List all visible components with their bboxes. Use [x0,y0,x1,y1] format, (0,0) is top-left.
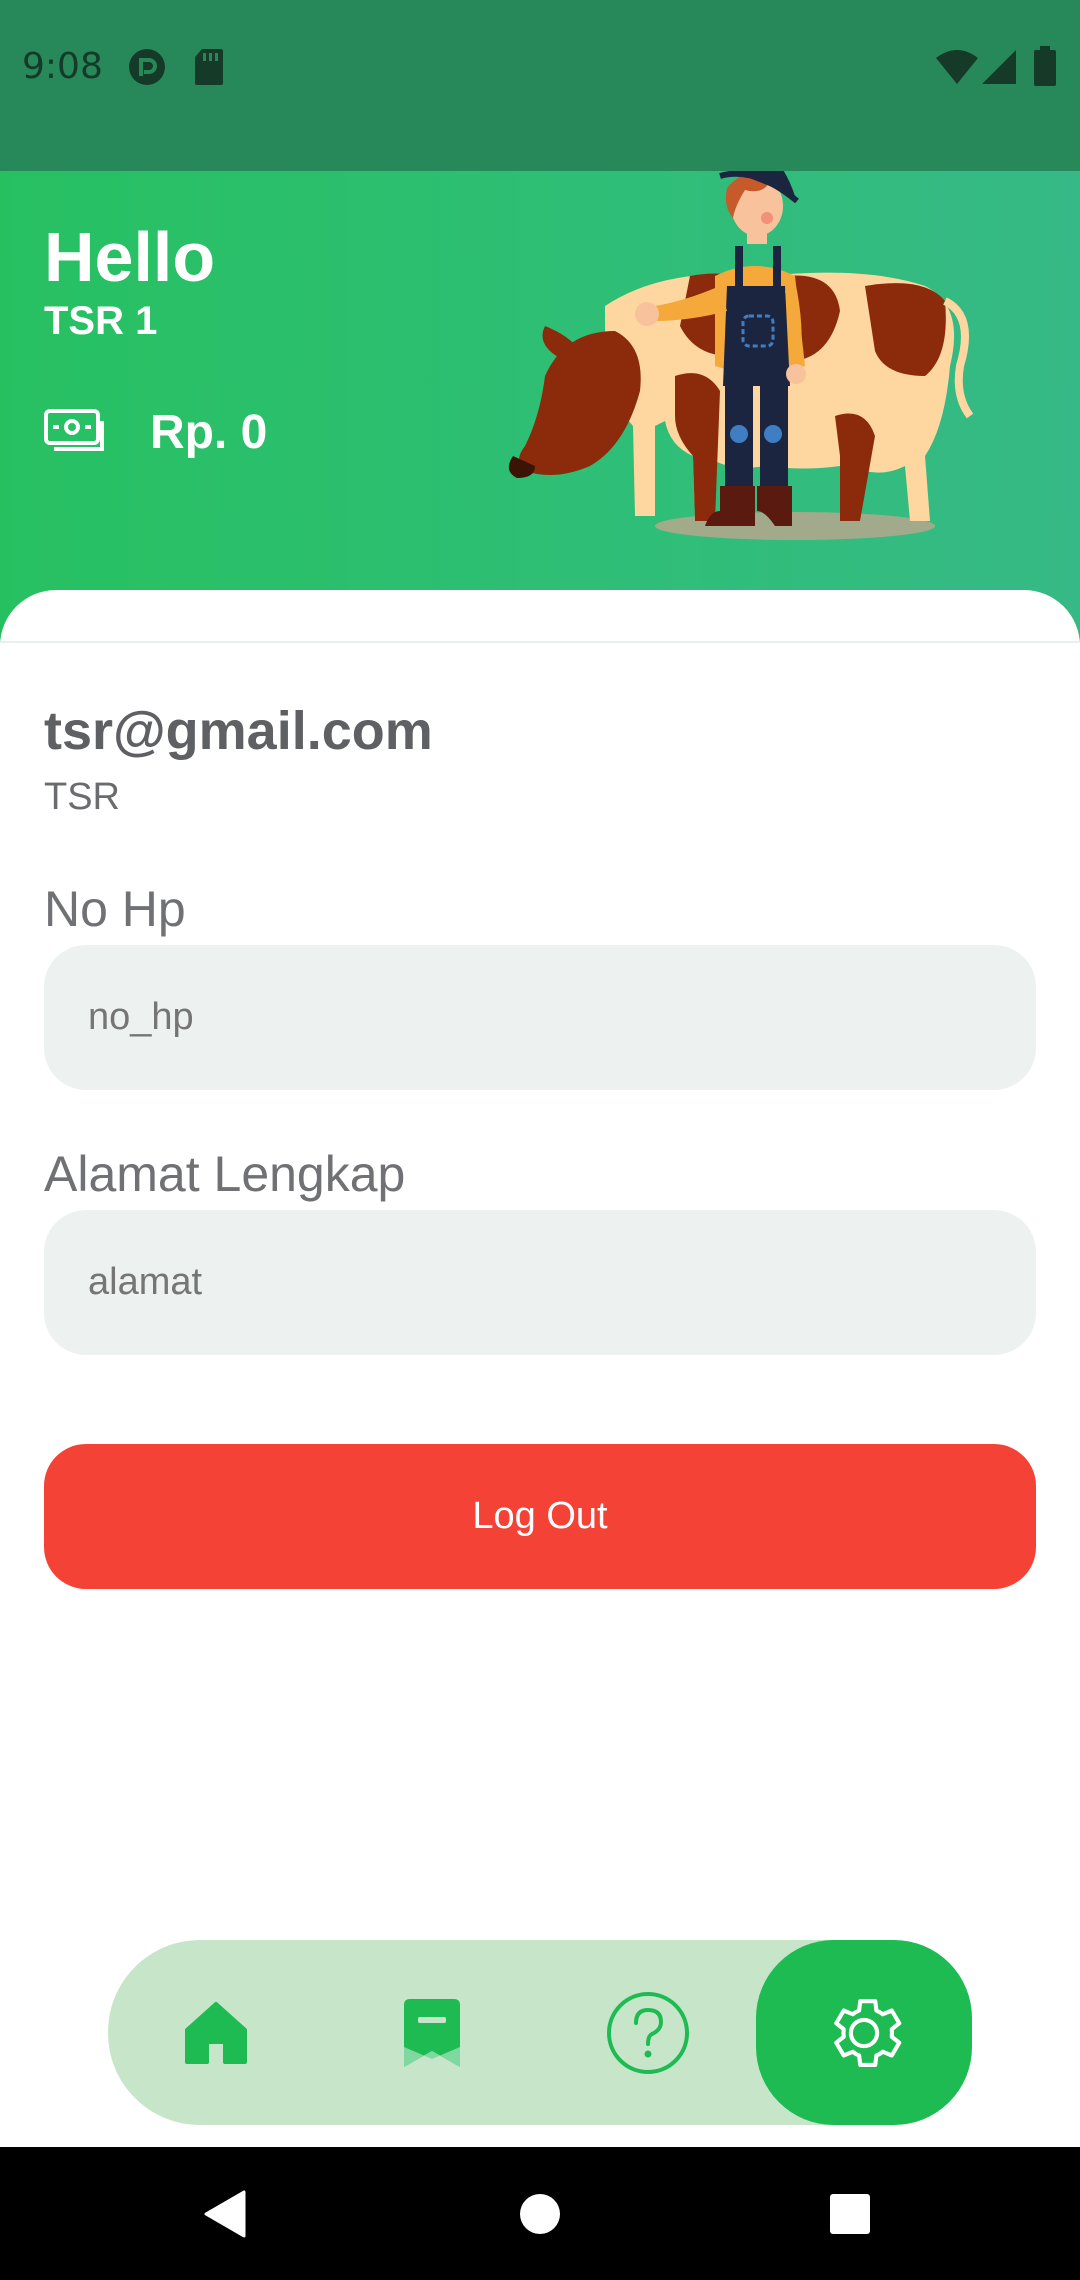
system-nav-bar [0,2147,1080,2280]
back-button[interactable] [166,2147,286,2280]
user-name: TSR 1 [44,299,158,343]
home-system-button[interactable] [480,2147,600,2280]
wifi-icon [936,50,978,89]
farmer-with-cow-illustration [508,171,974,540]
nav-home-button[interactable] [108,1940,324,2125]
balance-amount: Rp. 0 [150,406,268,459]
nav-help-button[interactable] [540,1940,756,2125]
user-role: TSR [44,776,120,818]
bottom-nav [108,1940,972,2125]
nav-bookmark-button[interactable] [324,1940,540,2125]
recents-button[interactable] [790,2147,910,2280]
home-circle-icon [520,2193,560,2234]
phone-input[interactable] [44,945,1036,1090]
help-icon [607,1991,689,2074]
profile-header: Hello TSR 1 Rp. 0 [0,171,1080,641]
logout-button[interactable]: Log Out [44,1444,1036,1589]
gear-icon [834,1998,902,2067]
recents-icon [830,2193,870,2234]
money-icon [44,409,106,458]
status-time: 9:08 [22,46,103,87]
bookmark-icon [404,1998,460,2067]
address-label: Alamat Lengkap [44,1146,406,1202]
home-icon [185,2001,247,2064]
user-email: tsr@gmail.com [44,701,433,761]
address-input[interactable] [44,1210,1036,1355]
divider [0,641,1080,643]
phone-label: No Hp [44,881,186,937]
profile-card [0,590,1080,2150]
vpn-icon [128,48,166,91]
back-icon [204,2190,246,2237]
greeting: Hello [44,218,216,296]
battery-icon [1034,46,1056,91]
signal-icon [982,50,1016,89]
nav-settings-button[interactable] [756,1940,972,2125]
status-bar: 9:08 [0,0,1080,171]
sd-card-icon [194,48,224,91]
